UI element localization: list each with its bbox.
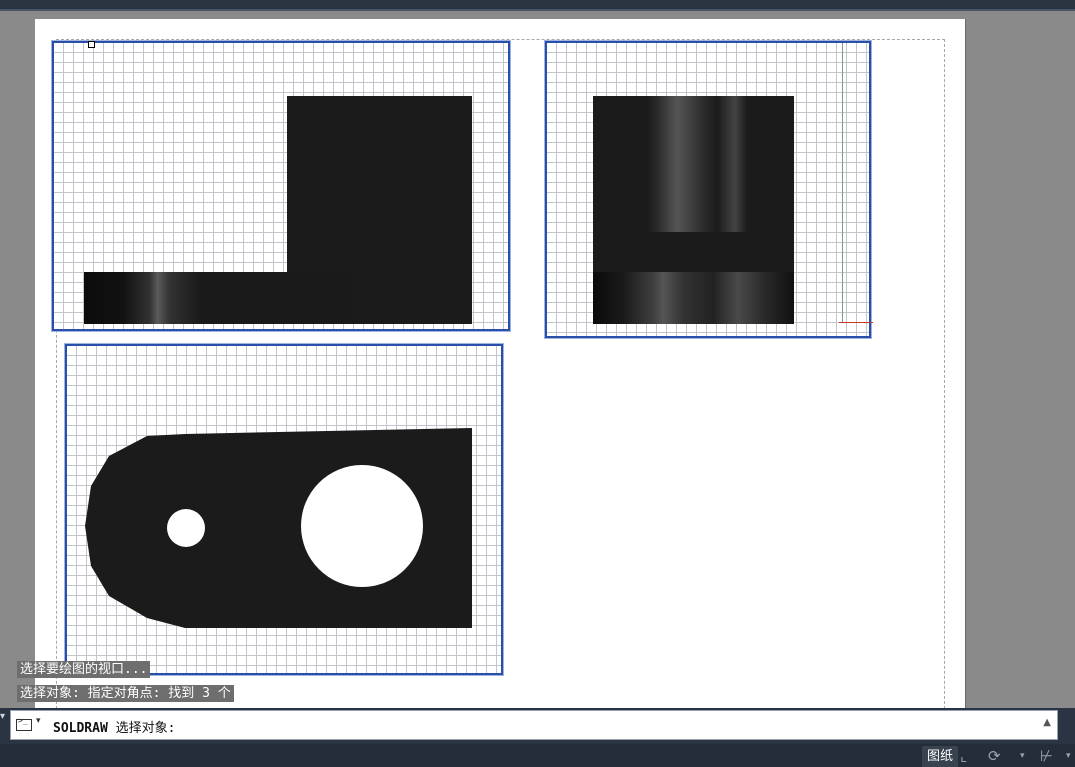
command-prompt-text: 选择对象:	[107, 721, 176, 736]
command-line-text: SOLDRAW 选择对象:	[53, 717, 175, 736]
front-view-base-plate	[84, 272, 472, 324]
paper-space-toggle[interactable]: 图纸	[922, 746, 958, 767]
command-history-expand-icon[interactable]: ▲	[1043, 717, 1051, 728]
status-bar	[0, 744, 1075, 767]
side-view-hole-shading	[647, 96, 747, 232]
command-line-input[interactable]: >_ ▾ SOLDRAW 选择对象: ▲	[10, 710, 1058, 740]
polar-tracking-icon[interactable]: ⟳	[988, 746, 1001, 767]
recent-commands-dropdown-icon[interactable]: ▾	[36, 716, 41, 726]
side-view-base-plate	[593, 272, 794, 324]
command-history-line: 选择对象: 指定对角点: 找到 3 个	[17, 685, 234, 702]
polar-tracking-dropdown-icon[interactable]: ▾	[1020, 746, 1025, 767]
viewport-side-view[interactable]	[544, 40, 873, 339]
snap-mode-icon[interactable]: ⌞	[960, 746, 967, 767]
top-view-drawing	[85, 428, 472, 628]
front-view-upper-block	[287, 96, 472, 272]
viewport-top-view[interactable]	[64, 343, 504, 676]
ucs-x-axis-line	[839, 322, 873, 323]
viewport-front-view[interactable]	[51, 40, 511, 332]
command-prompt-icon[interactable]: >_	[16, 716, 32, 731]
ucs-y-axis-line	[842, 43, 843, 323]
object-snap-dropdown-icon[interactable]: ▾	[1066, 746, 1071, 767]
command-history-line: 选择要绘图的视口...	[17, 661, 151, 678]
command-name: SOLDRAW	[53, 721, 108, 736]
top-view-small-hole	[167, 509, 205, 547]
top-view-large-hole	[301, 465, 423, 587]
command-line-grip-icon[interactable]: ▾	[0, 711, 5, 723]
object-snap-icon[interactable]: ⊬	[1040, 746, 1053, 767]
top-toolbar-strip	[0, 0, 1075, 9]
ucs-origin-marker	[88, 41, 95, 48]
